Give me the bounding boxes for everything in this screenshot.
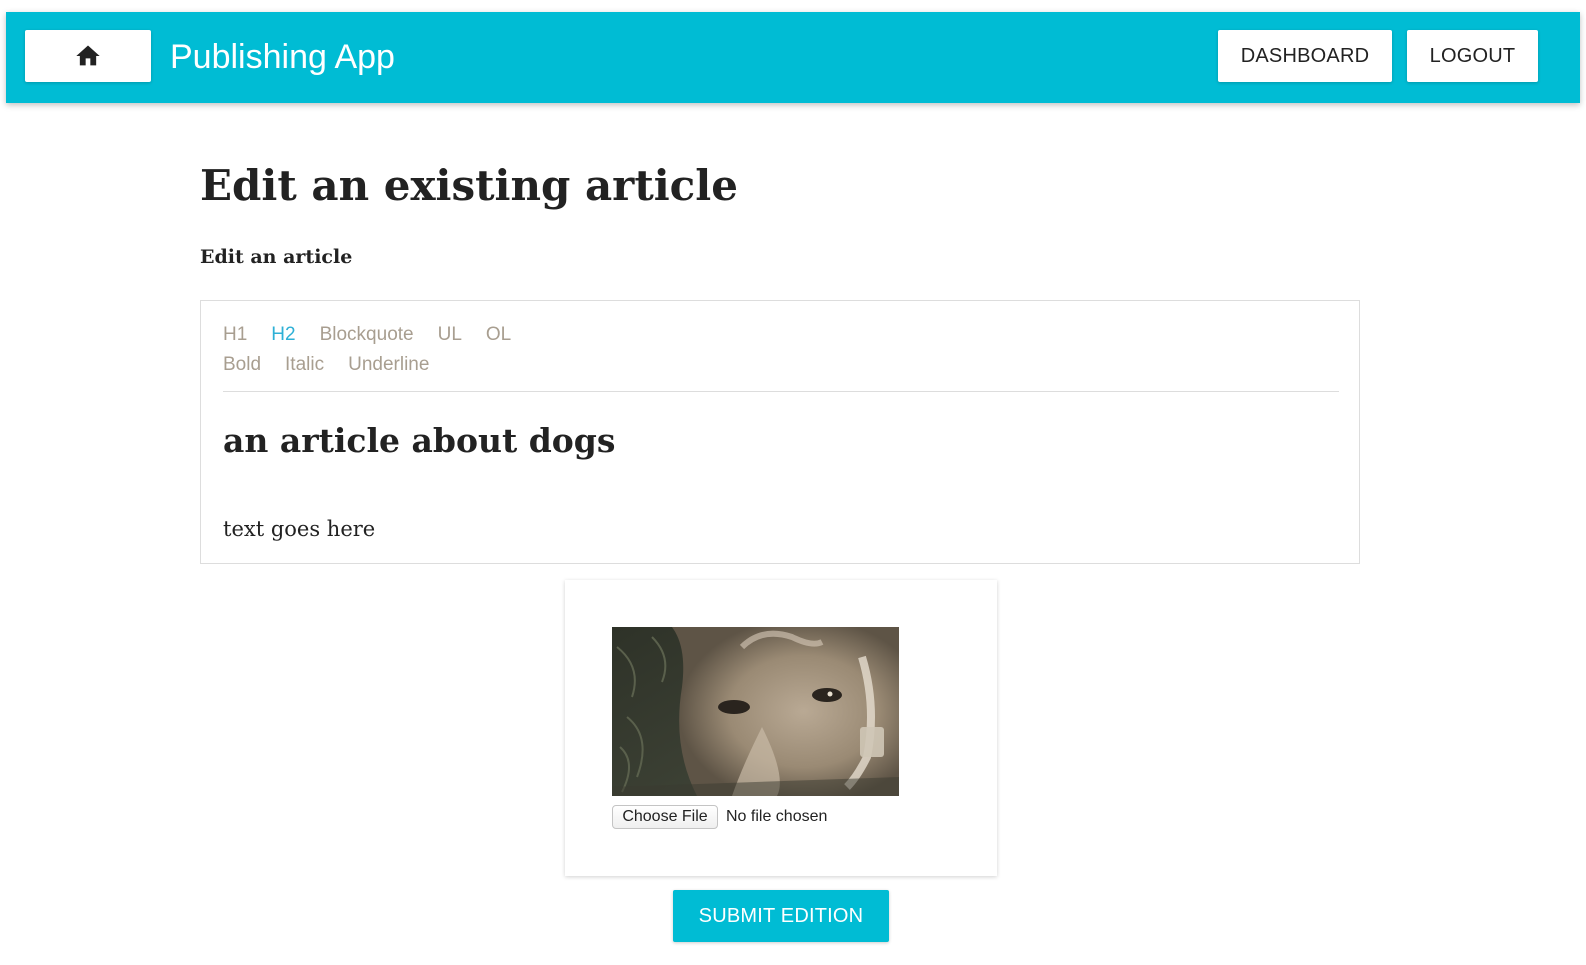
file-status-text: No file chosen [726,808,828,825]
dashboard-button[interactable]: DASHBOARD [1218,30,1392,82]
editor-divider [223,391,1339,392]
tool-bold-button[interactable]: Bold [223,353,261,377]
home-icon [74,42,102,70]
tool-underline-button[interactable]: Underline [348,353,429,377]
home-button[interactable] [25,30,151,82]
choose-file-button[interactable]: Choose File [612,805,718,829]
image-upload-card: Choose File No file chosen [565,580,997,876]
article-heading[interactable]: an article about dogs [223,419,615,463]
tool-ul-button[interactable]: UL [438,323,462,347]
tool-italic-button[interactable]: Italic [285,353,324,377]
dog-photo [612,627,899,796]
tool-h1-button[interactable]: H1 [223,323,247,347]
submit-edition-button[interactable]: SUBMIT EDITION [673,890,889,942]
article-body-text[interactable]: text goes here [223,515,375,543]
app-title: Publishing App [170,38,395,76]
tool-ol-button[interactable]: OL [486,323,511,347]
page-title: Edit an existing article [200,161,738,210]
editor-toolbar-block-styles: H1 H2 Blockquote UL OL [223,323,511,347]
editor-toolbar-inline-styles: Bold Italic Underline [223,353,429,377]
tool-blockquote-button[interactable]: Blockquote [320,323,414,347]
rich-text-editor: H1 H2 Blockquote UL OL Bold Italic Under… [200,300,1360,564]
app-bar: Publishing App DASHBOARD LOGOUT [6,12,1580,103]
section-subtitle: Edit an article [200,246,353,268]
tool-h2-button[interactable]: H2 [271,323,295,347]
logout-button[interactable]: LOGOUT [1407,30,1538,82]
